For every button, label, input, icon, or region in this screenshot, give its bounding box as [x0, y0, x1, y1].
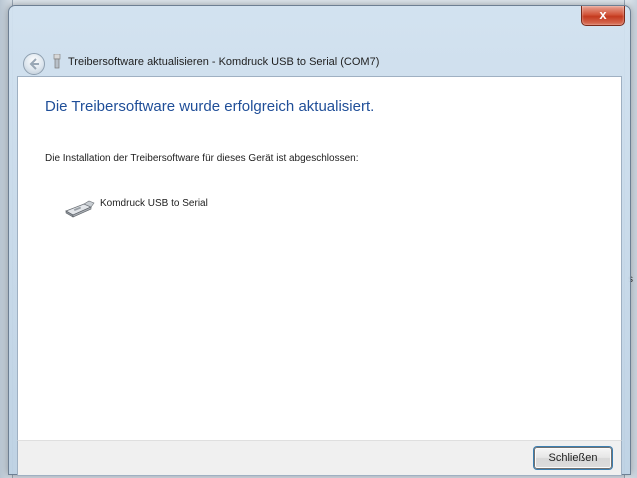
window-title: Treibersoftware aktualisieren - Komdruck… [68, 56, 380, 68]
success-heading: Die Treibersoftware wurde erfolgreich ak… [45, 98, 375, 115]
device-name: Komdruck USB to Serial [100, 198, 208, 209]
back-arrow-icon [29, 58, 39, 70]
installation-complete-message: Die Installation der Treibersoftware für… [45, 153, 359, 164]
usb-plug-icon [53, 54, 61, 69]
usb-serial-device-icon [65, 200, 95, 218]
title-bar: x Treibersoftware aktualisieren - Komdru… [9, 6, 630, 76]
update-driver-dialog: x Treibersoftware aktualisieren - Komdru… [8, 5, 631, 476]
dialog-footer: Schließen [17, 440, 622, 476]
window-close-button[interactable]: x [581, 6, 625, 26]
close-button[interactable]: Schließen [534, 447, 612, 469]
back-button[interactable] [23, 53, 45, 75]
content-area: Die Treibersoftware wurde erfolgreich ak… [17, 76, 622, 440]
